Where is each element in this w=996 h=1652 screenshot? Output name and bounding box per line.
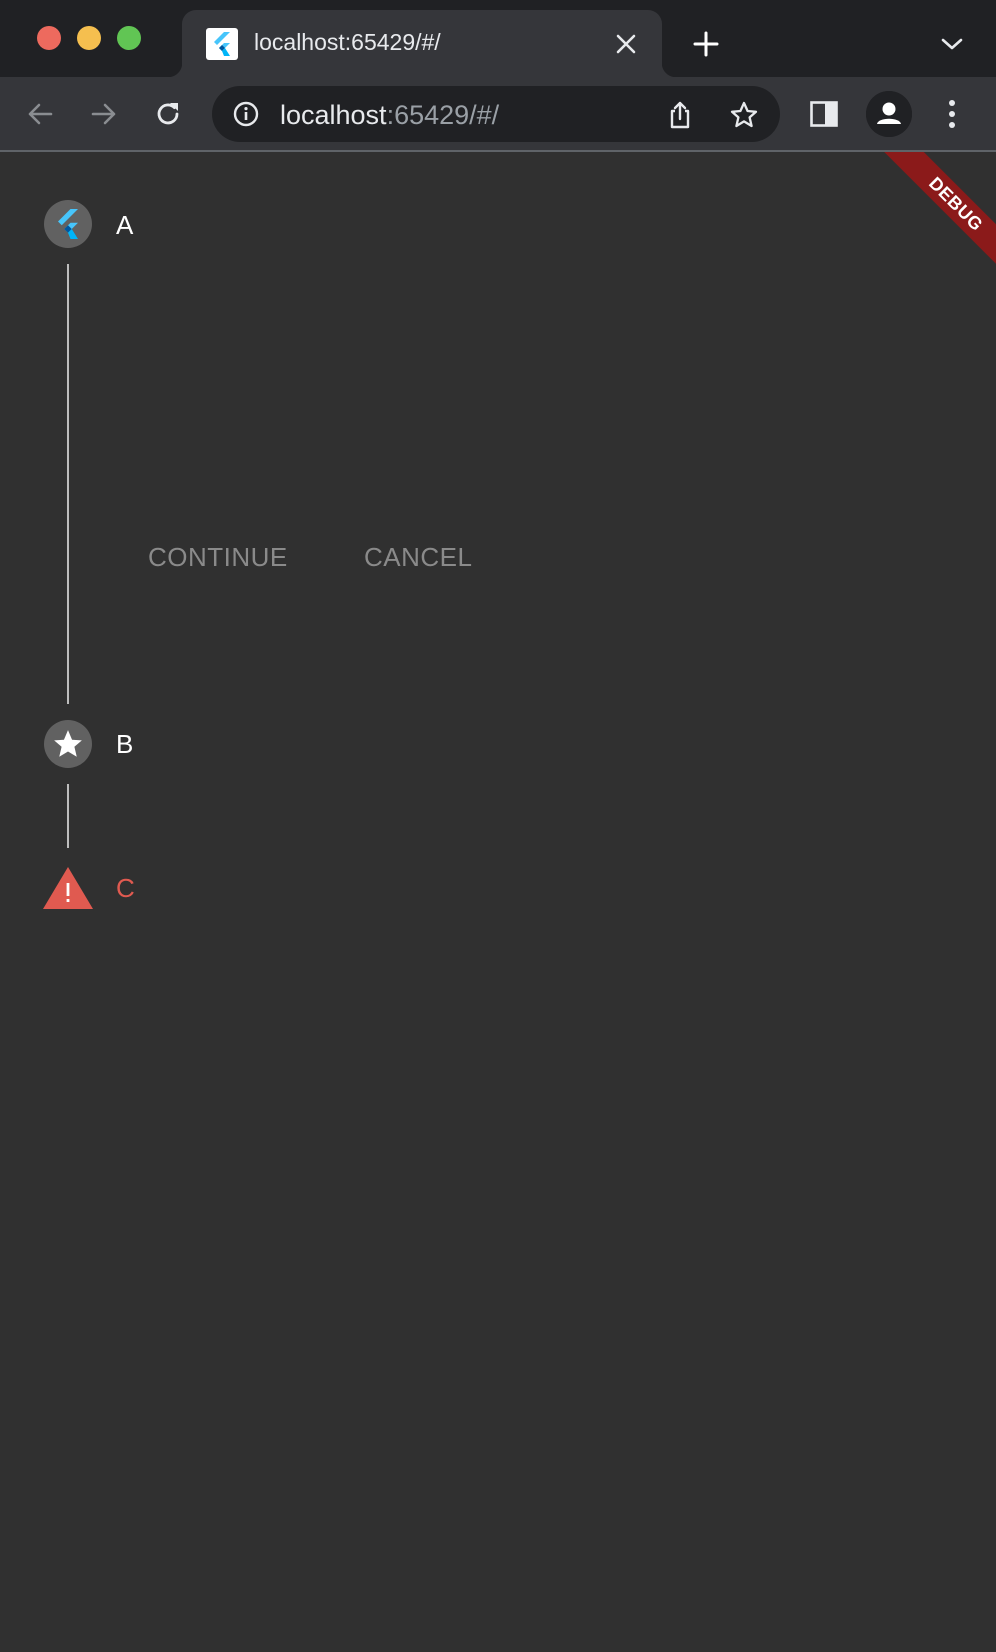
- window-close-button[interactable]: [37, 26, 61, 50]
- side-panel-icon[interactable]: [804, 94, 844, 134]
- star-outline-icon[interactable]: [724, 95, 764, 135]
- window-minimize-button[interactable]: [77, 26, 101, 50]
- debug-banner: DEBUG: [868, 152, 996, 292]
- app-content: A CONTINUE CANCEL B C DEBUG: [0, 152, 996, 1652]
- address-bar[interactable]: localhost:65429/#/: [212, 86, 780, 142]
- browser-toolbar: localhost:65429/#/: [0, 77, 996, 152]
- browser-tab[interactable]: localhost:65429/#/: [168, 10, 676, 77]
- url-path: :65429/#/: [386, 100, 500, 130]
- arrow-right-icon[interactable]: [84, 94, 124, 134]
- step-b-label[interactable]: B: [116, 729, 133, 759]
- url-text[interactable]: localhost:65429/#/: [280, 100, 499, 131]
- plus-icon[interactable]: [688, 26, 724, 62]
- info-icon[interactable]: [230, 98, 262, 130]
- reload-icon[interactable]: [148, 94, 188, 134]
- step-c-label[interactable]: C: [116, 873, 135, 903]
- window-maximize-button[interactable]: [117, 26, 141, 50]
- step-b-star-icon[interactable]: [44, 720, 92, 768]
- continue-button[interactable]: CONTINUE: [148, 542, 288, 572]
- tab-strip: localhost:65429/#/: [0, 0, 996, 77]
- arrow-left-icon[interactable]: [20, 94, 60, 134]
- tab-title: localhost:65429/#/: [254, 29, 441, 55]
- step-connector-line: [67, 264, 69, 704]
- warning-icon[interactable]: [42, 866, 94, 910]
- close-icon[interactable]: [610, 28, 642, 60]
- url-host: localhost: [280, 100, 387, 130]
- chevron-down-icon[interactable]: [936, 28, 968, 60]
- person-icon[interactable]: [866, 91, 912, 137]
- kebab-menu-icon[interactable]: [932, 94, 972, 134]
- step-a-flutter-icon[interactable]: [44, 200, 92, 248]
- step-connector-line: [67, 784, 69, 848]
- cancel-button[interactable]: CANCEL: [364, 542, 472, 572]
- share-icon[interactable]: [660, 95, 700, 135]
- browser-window: localhost:65429/#/ localhost:65429/#/ A …: [0, 0, 996, 1652]
- step-a-label[interactable]: A: [116, 210, 133, 240]
- flutter-icon: [206, 28, 238, 60]
